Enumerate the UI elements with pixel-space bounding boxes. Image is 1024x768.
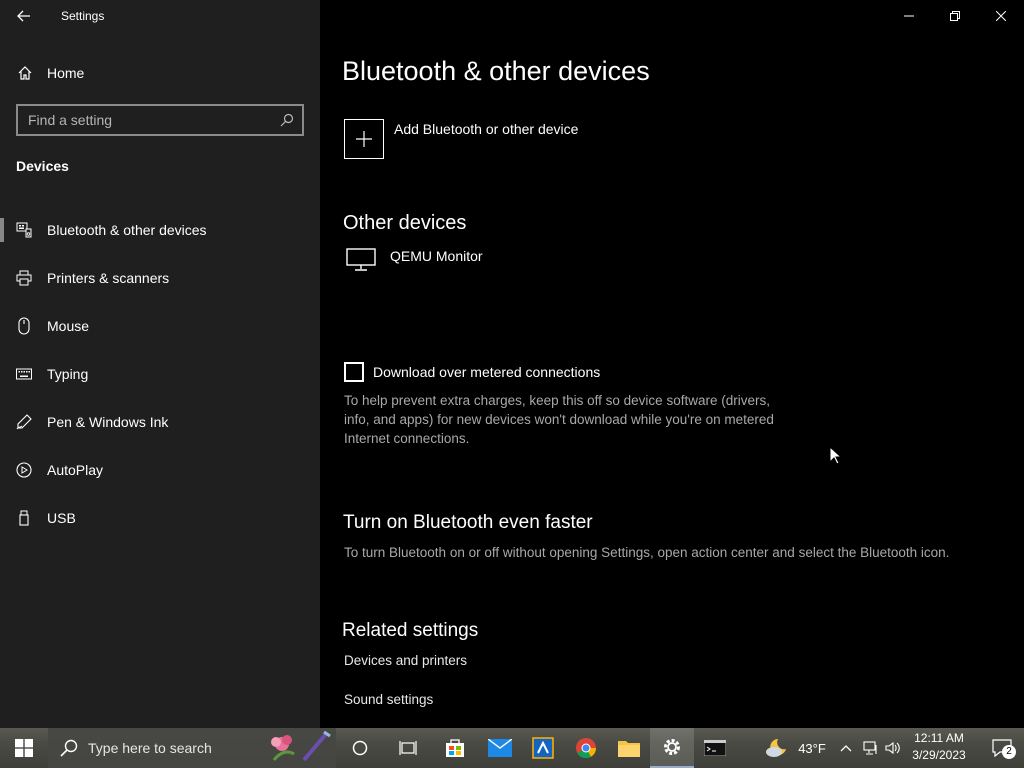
network-icon bbox=[863, 741, 877, 755]
close-icon bbox=[996, 11, 1006, 21]
weather-moon-cloud-icon bbox=[766, 739, 787, 757]
other-devices-heading: Other devices bbox=[343, 212, 467, 234]
section-title: Devices bbox=[16, 158, 69, 174]
sidebar-item-usb[interactable]: USB bbox=[0, 494, 320, 542]
cortana-icon bbox=[352, 740, 368, 756]
usb-icon bbox=[15, 509, 33, 527]
sidebar-item-label: AutoPlay bbox=[47, 462, 104, 478]
back-arrow-icon bbox=[17, 10, 30, 22]
chrome-icon bbox=[576, 738, 597, 759]
taskbar: Type here to search 43°F 12:11 AM 3/29/2… bbox=[0, 728, 1024, 768]
restore-icon bbox=[950, 11, 960, 21]
taskbar-clock[interactable]: 12:11 AM 3/29/2023 bbox=[904, 730, 974, 764]
folder-icon bbox=[618, 741, 640, 757]
close-button[interactable] bbox=[978, 0, 1024, 32]
notification-badge: 2 bbox=[1002, 745, 1016, 759]
sidebar-item-pen[interactable]: Pen & Windows Ink bbox=[0, 398, 320, 446]
task-view-button[interactable] bbox=[388, 728, 428, 768]
home-label: Home bbox=[47, 65, 85, 81]
main-content: Bluetooth & other devices Add Bluetooth … bbox=[320, 0, 1024, 728]
metered-description: To help prevent extra charges, keep this… bbox=[344, 393, 774, 446]
bluetooth-devices-icon bbox=[15, 221, 33, 239]
app-title: Settings bbox=[61, 9, 105, 23]
minimize-button[interactable] bbox=[886, 0, 932, 32]
nav-list: Bluetooth & other devices Printers & sca… bbox=[0, 206, 320, 542]
pen-icon bbox=[15, 413, 33, 431]
search-highlight-flower-icon bbox=[271, 730, 331, 762]
device-qemu-monitor[interactable]: QEMU Monitor bbox=[344, 246, 644, 282]
chevron-up-icon bbox=[840, 745, 852, 752]
show-hidden-icons-button[interactable] bbox=[836, 728, 856, 768]
mouse-icon bbox=[15, 317, 33, 335]
mail-icon bbox=[488, 739, 512, 757]
sound-settings-link[interactable]: Sound settings bbox=[344, 692, 433, 707]
minimize-icon bbox=[904, 15, 914, 17]
faster-description: To turn Bluetooth on or off without open… bbox=[344, 545, 950, 560]
home-nav-item[interactable]: Home bbox=[0, 56, 320, 90]
sidebar-item-bluetooth[interactable]: Bluetooth & other devices bbox=[0, 206, 320, 254]
terminal-button[interactable] bbox=[694, 728, 736, 768]
weather-widget[interactable]: 43°F bbox=[760, 728, 830, 768]
start-button[interactable] bbox=[0, 728, 48, 768]
page-title: Bluetooth & other devices bbox=[342, 56, 650, 86]
home-icon bbox=[16, 64, 34, 82]
chrome-button[interactable] bbox=[564, 728, 608, 768]
gear-icon bbox=[664, 739, 680, 755]
action-center-button[interactable]: 2 bbox=[980, 728, 1024, 768]
metered-checkbox-row[interactable]: Download over metered connections bbox=[344, 362, 600, 382]
taskbar-search-text: Type here to search bbox=[88, 740, 212, 756]
restore-button[interactable] bbox=[932, 0, 978, 32]
faster-heading: Turn on Bluetooth even faster bbox=[343, 512, 593, 533]
taskbar-search-box[interactable]: Type here to search bbox=[48, 728, 336, 768]
sidebar: Settings Home Devices bbox=[0, 0, 320, 728]
settings-taskbar-button[interactable] bbox=[650, 728, 694, 768]
file-explorer-button[interactable] bbox=[608, 728, 650, 768]
cortana-button[interactable] bbox=[340, 728, 380, 768]
task-view-icon bbox=[399, 741, 417, 755]
search-icon[interactable] bbox=[276, 109, 298, 131]
sidebar-item-label: Printers & scanners bbox=[47, 270, 170, 286]
sidebar-item-label: Bluetooth & other devices bbox=[47, 222, 207, 238]
microsoft-store-button[interactable] bbox=[434, 728, 476, 768]
add-device-button[interactable]: Add Bluetooth or other device bbox=[344, 119, 578, 159]
title-bar: Settings bbox=[0, 0, 320, 32]
devices-and-printers-link[interactable]: Devices and printers bbox=[344, 653, 467, 668]
weather-temp: 43°F bbox=[798, 740, 826, 756]
app-icon bbox=[532, 737, 554, 759]
autoplay-icon bbox=[15, 461, 33, 479]
sidebar-item-typing[interactable]: Typing bbox=[0, 350, 320, 398]
device-label: QEMU Monitor bbox=[390, 248, 483, 264]
monitor-icon bbox=[344, 246, 378, 276]
volume-button[interactable] bbox=[882, 728, 904, 768]
sidebar-item-autoplay[interactable]: AutoPlay bbox=[0, 446, 320, 494]
sidebar-item-mouse[interactable]: Mouse bbox=[0, 302, 320, 350]
keyboard-icon bbox=[15, 365, 33, 383]
network-button[interactable] bbox=[860, 728, 882, 768]
metered-label: Download over metered connections bbox=[373, 364, 601, 380]
add-device-label: Add Bluetooth or other device bbox=[394, 121, 579, 137]
printer-icon bbox=[15, 269, 33, 287]
metered-checkbox[interactable] bbox=[344, 362, 364, 382]
related-settings-heading: Related settings bbox=[342, 620, 479, 641]
sidebar-item-label: Pen & Windows Ink bbox=[47, 414, 169, 430]
clock-time: 12:11 AM bbox=[914, 731, 964, 745]
back-button[interactable] bbox=[12, 4, 36, 28]
app-button-blue[interactable] bbox=[522, 728, 564, 768]
search-box bbox=[16, 104, 304, 136]
sidebar-item-printers[interactable]: Printers & scanners bbox=[0, 254, 320, 302]
windows-logo-icon bbox=[15, 739, 33, 757]
store-icon bbox=[446, 739, 464, 757]
sidebar-item-label: Mouse bbox=[47, 318, 90, 334]
mail-button[interactable] bbox=[478, 728, 522, 768]
search-icon bbox=[60, 739, 78, 757]
mouse-cursor-icon bbox=[829, 446, 841, 465]
plus-icon bbox=[344, 119, 384, 159]
sidebar-item-label: Typing bbox=[47, 366, 89, 382]
speaker-icon bbox=[885, 741, 900, 755]
search-input[interactable] bbox=[18, 106, 276, 134]
sidebar-item-label: USB bbox=[47, 510, 76, 526]
terminal-icon bbox=[704, 740, 726, 756]
clock-date: 3/29/2023 bbox=[912, 748, 966, 762]
